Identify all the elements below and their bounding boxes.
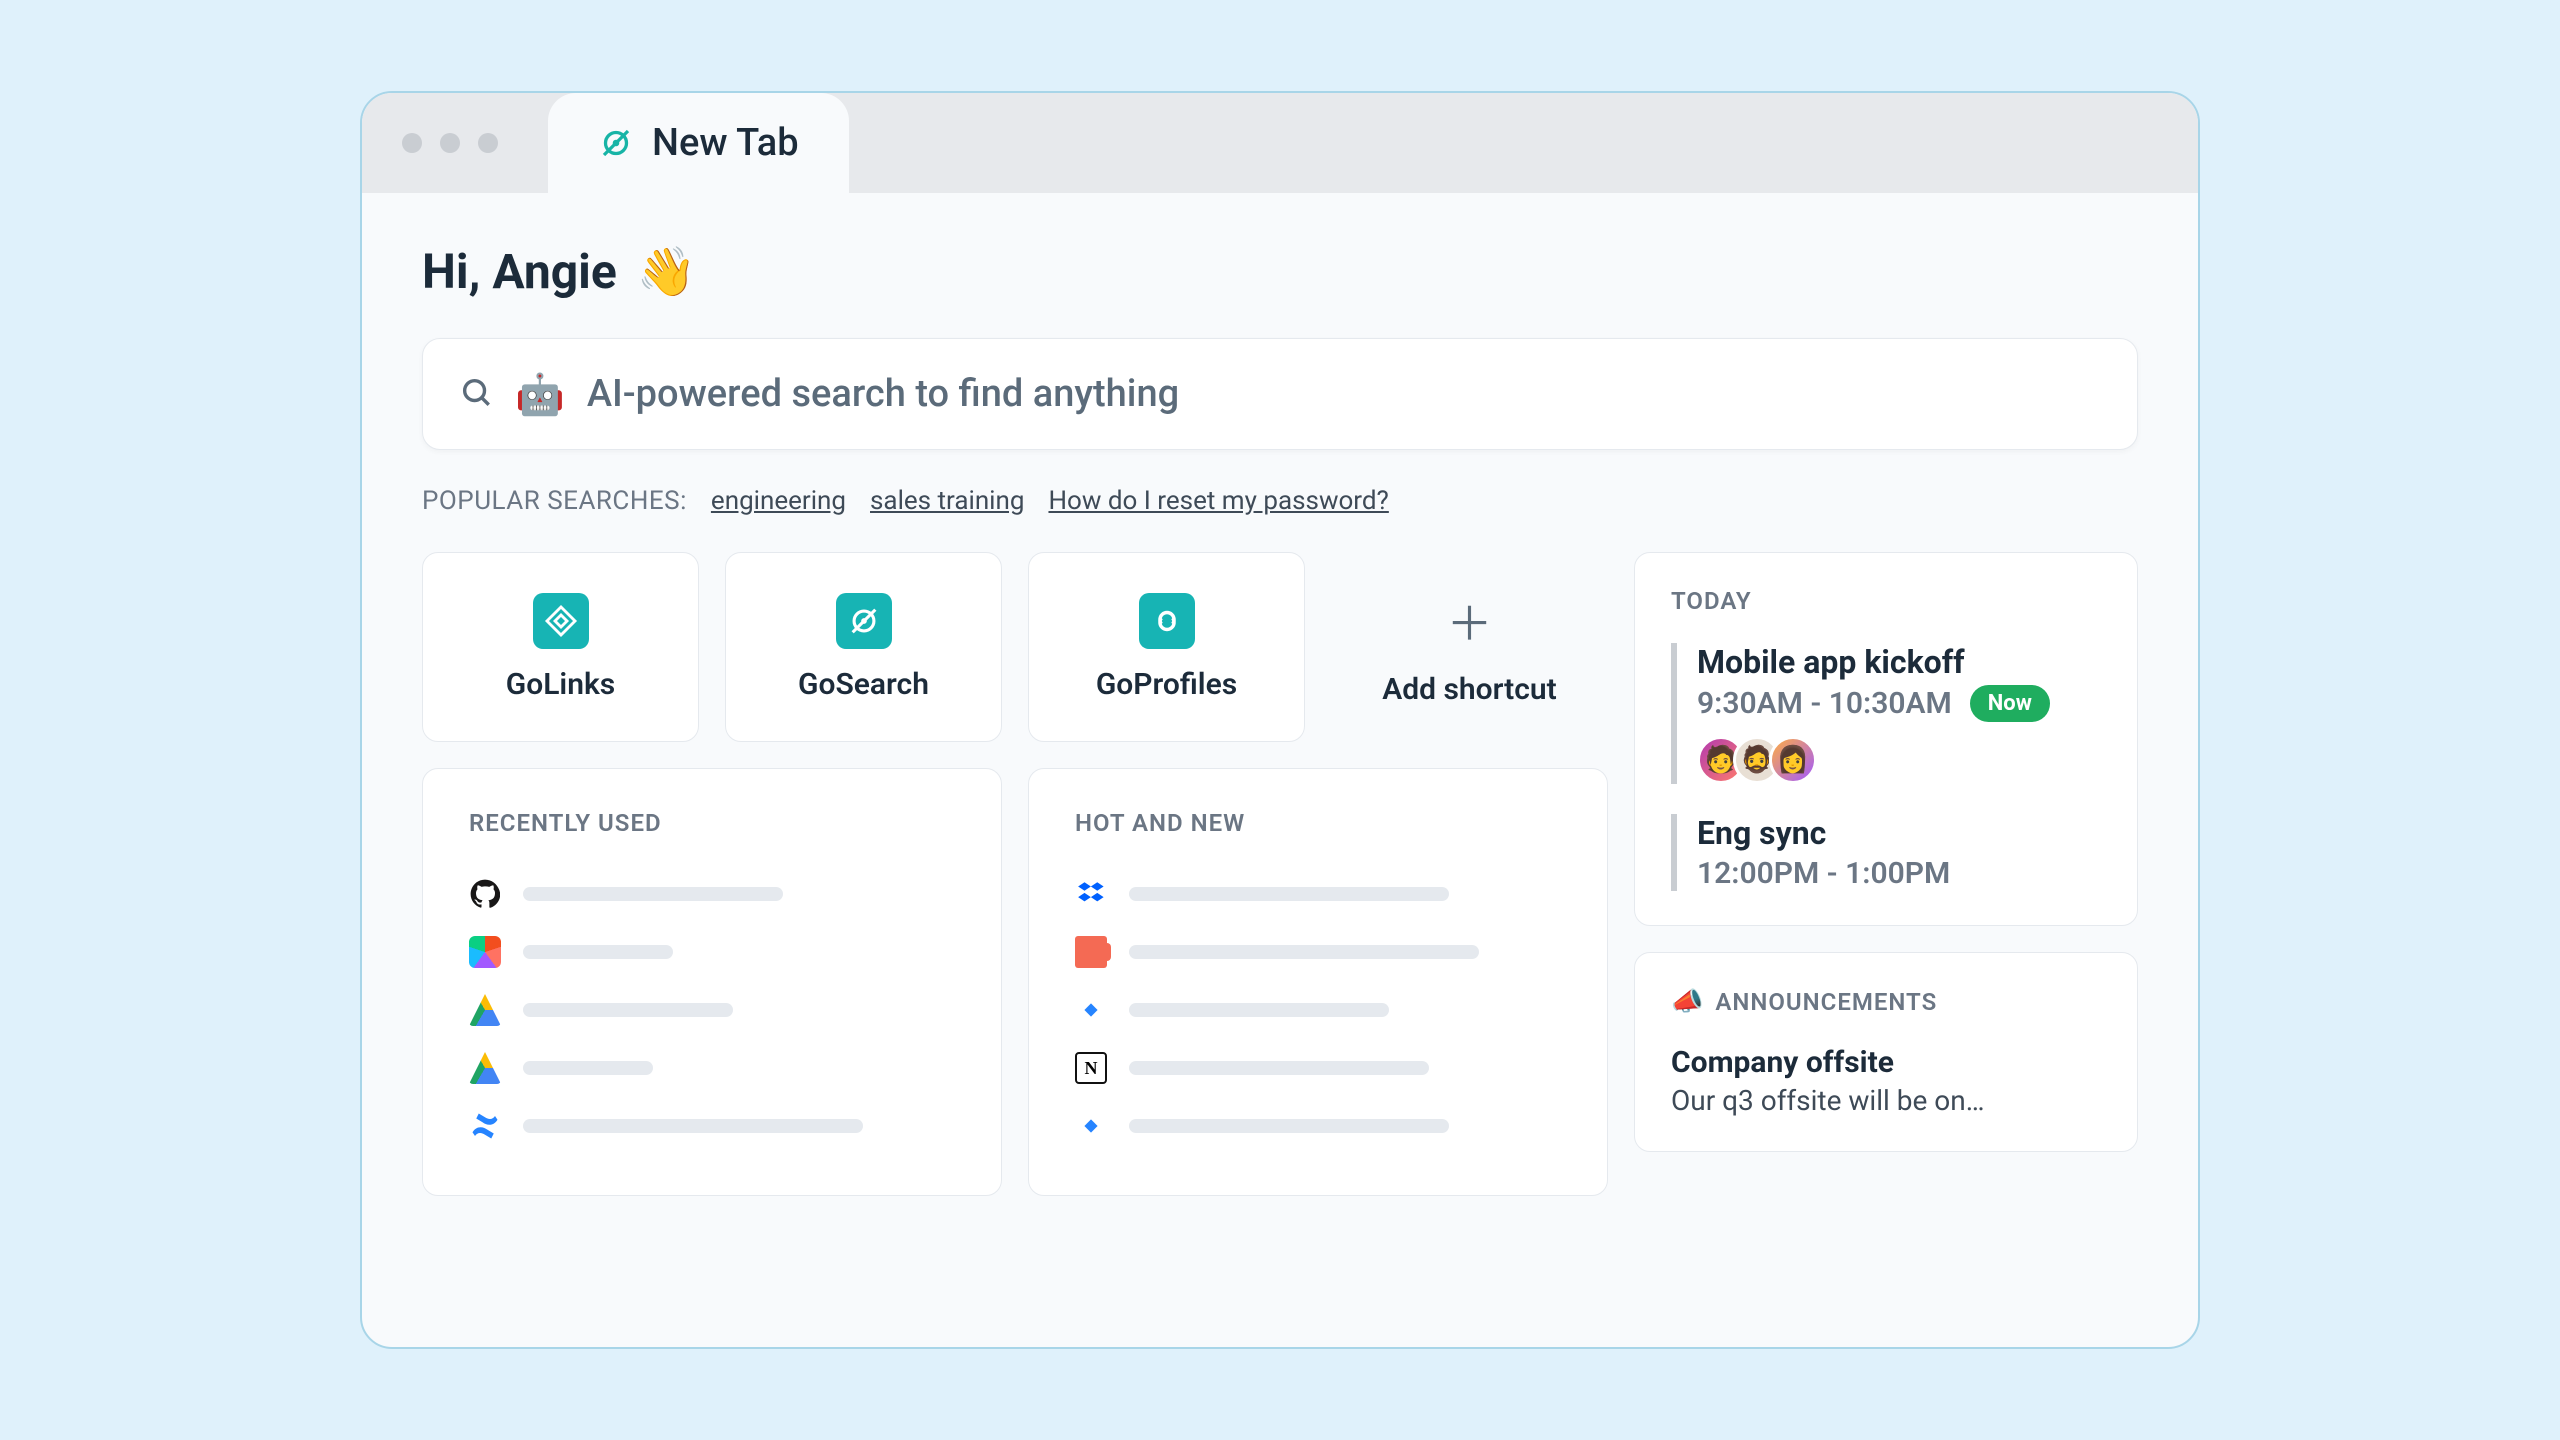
attendee-avatars: 🧑 🧔 👩	[1697, 736, 2101, 784]
placeholder-bar	[1129, 887, 1449, 901]
event-name: Eng sync	[1697, 814, 2101, 852]
today-card: TODAY Mobile app kickoff 9:30AM - 10:30A…	[1634, 552, 2138, 926]
figma-icon	[469, 936, 501, 968]
confluence-icon	[469, 1110, 501, 1142]
jira-icon	[1075, 1110, 1107, 1142]
hot-and-new-title: HOT AND NEW	[1075, 809, 1561, 837]
traffic-minimize-icon[interactable]	[440, 133, 460, 153]
browser-window: New Tab Hi, Angie 👋 🤖 AI-powered search …	[360, 91, 2200, 1349]
add-shortcut-label: Add shortcut	[1382, 672, 1556, 707]
search-placeholder: AI-powered search to find anything	[587, 372, 1179, 416]
shortcut-goprofiles[interactable]: GoProfiles	[1028, 552, 1305, 742]
add-shortcut-button[interactable]: ＋ Add shortcut	[1331, 552, 1608, 742]
drive-icon	[469, 1052, 501, 1084]
traffic-zoom-icon[interactable]	[478, 133, 498, 153]
titlebar: New Tab	[362, 93, 2198, 193]
list-item[interactable]	[1075, 923, 1561, 981]
search-input[interactable]: 🤖 AI-powered search to find anything	[422, 338, 2138, 450]
greeting: Hi, Angie 👋	[422, 243, 2138, 300]
megaphone-icon: 📣	[1671, 987, 1703, 1017]
shortcut-golinks[interactable]: GoLinks	[422, 552, 699, 742]
list-item[interactable]	[1075, 1097, 1561, 1155]
recently-used-card: RECENTLY USED	[422, 768, 1002, 1196]
list-item[interactable]	[469, 865, 955, 923]
placeholder-bar	[523, 1061, 653, 1075]
tab-title: New Tab	[652, 121, 799, 165]
now-badge: Now	[1970, 685, 2050, 722]
shortcut-label: GoLinks	[506, 667, 615, 702]
popular-link-1[interactable]: sales training	[870, 486, 1024, 516]
github-icon	[469, 878, 501, 910]
greeting-text: Hi, Angie	[422, 243, 617, 300]
recently-used-title: RECENTLY USED	[469, 809, 955, 837]
hot-and-new-card: HOT AND NEW N	[1028, 768, 1608, 1196]
list-item[interactable]	[469, 1039, 955, 1097]
event-item[interactable]: Mobile app kickoff 9:30AM - 10:30AM Now …	[1671, 643, 2101, 784]
event-name: Mobile app kickoff	[1697, 643, 2101, 681]
list-item[interactable]	[469, 1097, 955, 1155]
plus-icon: ＋	[1447, 588, 1493, 654]
dropbox-icon	[1075, 878, 1107, 910]
drive-icon	[469, 994, 501, 1026]
placeholder-bar	[523, 1119, 863, 1133]
popular-link-2[interactable]: How do I reset my password?	[1048, 486, 1388, 516]
list-item[interactable]: N	[1075, 1039, 1561, 1097]
announcement-body: Our q3 offsite will be on…	[1671, 1084, 2101, 1117]
announcement-title: Company offsite	[1671, 1045, 2101, 1080]
popular-link-0[interactable]: engineering	[711, 486, 846, 516]
app-logo-icon	[598, 125, 634, 161]
event-item[interactable]: Eng sync 12:00PM - 1:00PM	[1671, 814, 2101, 891]
announcement-item[interactable]: Company offsite Our q3 offsite will be o…	[1671, 1045, 2101, 1117]
wave-emoji-icon: 👋	[637, 243, 697, 300]
placeholder-bar	[1129, 1003, 1389, 1017]
placeholder-bar	[1129, 1119, 1449, 1133]
shortcut-label: GoProfiles	[1096, 667, 1237, 702]
golinks-icon	[533, 593, 589, 649]
traffic-close-icon[interactable]	[402, 133, 422, 153]
jira-icon	[1075, 994, 1107, 1026]
list-item[interactable]	[1075, 981, 1561, 1039]
shortcut-gosearch[interactable]: GoSearch	[725, 552, 1002, 742]
list-item[interactable]	[469, 923, 955, 981]
event-time: 12:00PM - 1:00PM	[1697, 856, 1950, 891]
traffic-lights	[402, 133, 498, 153]
placeholder-bar	[1129, 945, 1479, 959]
notion-icon: N	[1075, 1052, 1107, 1084]
search-icon	[459, 375, 493, 413]
browser-tab[interactable]: New Tab	[548, 93, 849, 193]
placeholder-bar	[1129, 1061, 1429, 1075]
robot-icon: 🤖	[515, 371, 565, 418]
goprofiles-icon	[1139, 593, 1195, 649]
placeholder-bar	[523, 1003, 733, 1017]
announcements-card: 📣 ANNOUNCEMENTS Company offsite Our q3 o…	[1634, 952, 2138, 1152]
announcements-title: ANNOUNCEMENTS	[1715, 988, 1937, 1016]
today-title: TODAY	[1671, 587, 2101, 615]
popular-searches: POPULAR SEARCHES: engineering sales trai…	[422, 486, 2138, 516]
list-item[interactable]	[469, 981, 955, 1039]
list-item[interactable]	[1075, 865, 1561, 923]
event-time: 9:30AM - 10:30AM	[1697, 686, 1952, 721]
shortcut-label: GoSearch	[798, 667, 929, 702]
gosearch-icon	[836, 593, 892, 649]
placeholder-bar	[523, 887, 783, 901]
avatar[interactable]: 👩	[1769, 736, 1817, 784]
popular-label: POPULAR SEARCHES:	[422, 486, 687, 516]
page-content: Hi, Angie 👋 🤖 AI-powered search to find …	[362, 193, 2198, 1347]
coda-icon	[1075, 936, 1107, 968]
placeholder-bar	[523, 945, 673, 959]
